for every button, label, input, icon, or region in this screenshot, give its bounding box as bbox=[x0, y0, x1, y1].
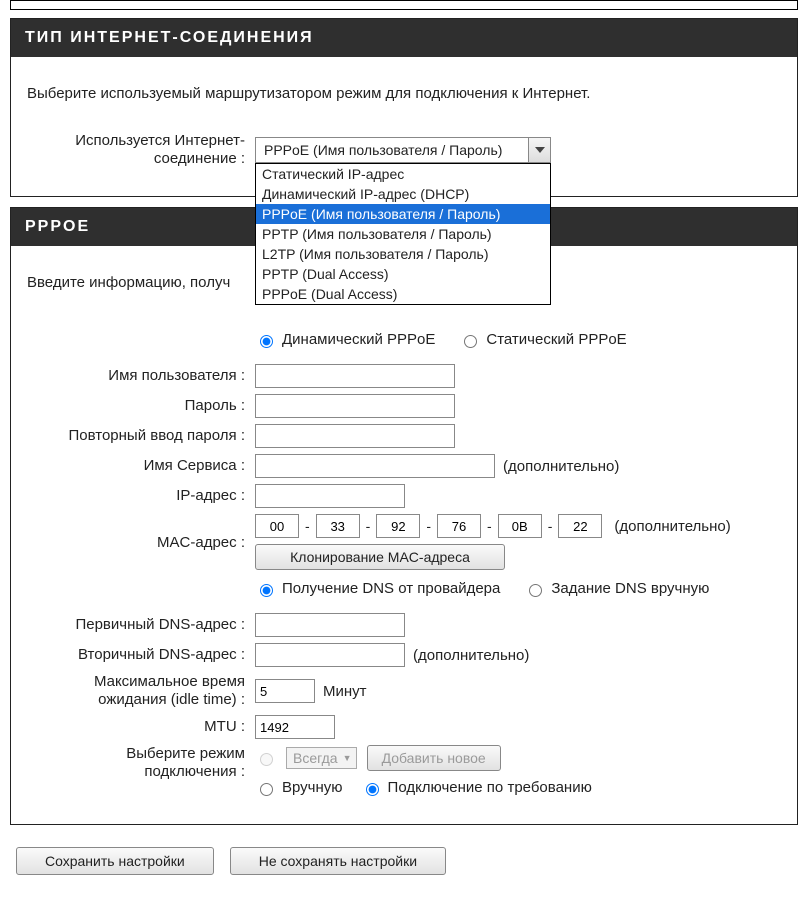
mtu-label: MTU : bbox=[27, 718, 255, 736]
save-button[interactable]: Сохранить настройки bbox=[16, 847, 214, 875]
connection-type-select[interactable]: PPPoE (Имя пользователя / Пароль) Статич… bbox=[255, 137, 551, 163]
clone-mac-button[interactable]: Клонирование MAC-адреса bbox=[255, 544, 505, 570]
pppoe-mode-static[interactable]: Статический PPPoE bbox=[459, 331, 626, 348]
dns-primary-label: Первичный DNS-адрес : bbox=[27, 616, 255, 634]
connection-type-option[interactable]: Статический IP-адрес bbox=[256, 164, 550, 184]
password-field[interactable] bbox=[255, 394, 455, 418]
password-label: Пароль : bbox=[27, 397, 255, 415]
connection-type-option[interactable]: L2TP (Имя пользователя / Пароль) bbox=[256, 244, 550, 264]
conn-mode-ondemand-radio[interactable] bbox=[366, 783, 379, 796]
dns-secondary-optional-note: (дополнительно) bbox=[413, 647, 529, 664]
dropdown-arrow-icon[interactable] bbox=[528, 138, 550, 162]
username-label: Имя пользователя : bbox=[27, 367, 255, 385]
conn-mode-manual-radio[interactable] bbox=[260, 783, 273, 796]
mac-seg-6[interactable] bbox=[558, 514, 602, 538]
ip-field[interactable] bbox=[255, 484, 405, 508]
conn-mode-label: Выберите режим подключения : bbox=[27, 745, 255, 781]
add-new-button[interactable]: Добавить новое bbox=[367, 745, 501, 771]
dns-secondary-label: Вторичный DNS-адрес : bbox=[27, 646, 255, 664]
connection-type-option[interactable]: Динамический IP-адрес (DHCP) bbox=[256, 184, 550, 204]
username-field[interactable] bbox=[255, 364, 455, 388]
conn-mode-ondemand[interactable]: Подключение по требованию bbox=[361, 779, 592, 796]
connection-type-intro: Выберите используемый маршрутизатором ре… bbox=[27, 85, 781, 102]
connection-type-option[interactable]: PPTP (Имя пользователя / Пароль) bbox=[256, 224, 550, 244]
conn-mode-manual[interactable]: Вручную bbox=[255, 779, 343, 796]
conn-mode-always-radio[interactable] bbox=[260, 753, 273, 766]
mac-optional-note: (дополнительно) bbox=[614, 518, 730, 535]
dns-secondary-field[interactable] bbox=[255, 643, 405, 667]
pppoe-mode-dynamic[interactable]: Динамический PPPoE bbox=[255, 331, 435, 348]
idle-field[interactable] bbox=[255, 679, 315, 703]
mtu-field[interactable] bbox=[255, 715, 335, 739]
dns-mode-provider[interactable]: Получение DNS от провайдера bbox=[255, 580, 500, 597]
connection-type-option[interactable]: PPPoE (Имя пользователя / Пароль) bbox=[256, 204, 550, 224]
service-label: Имя Сервиса : bbox=[27, 457, 255, 475]
idle-label: Максимальное время ожидания (idle time) … bbox=[27, 673, 255, 709]
connection-type-label: Используется Интернет- соединение : bbox=[27, 132, 255, 168]
connection-type-title: ТИП ИНТЕРНЕТ-СОЕДИНЕНИЯ bbox=[11, 19, 797, 57]
dns-mode-provider-radio[interactable] bbox=[260, 584, 273, 597]
service-field[interactable] bbox=[255, 454, 495, 478]
dns-primary-field[interactable] bbox=[255, 613, 405, 637]
conn-mode-always-select[interactable]: Всегда bbox=[286, 747, 357, 769]
mac-seg-4[interactable] bbox=[437, 514, 481, 538]
mac-label: MAC-адрес : bbox=[27, 514, 255, 552]
cancel-button[interactable]: Не сохранять настройки bbox=[230, 847, 446, 875]
ip-label: IP-адрес : bbox=[27, 487, 255, 505]
connection-type-option[interactable]: PPPoE (Dual Access) bbox=[256, 284, 550, 304]
dns-mode-manual[interactable]: Задание DNS вручную bbox=[524, 580, 709, 597]
connection-type-panel: ТИП ИНТЕРНЕТ-СОЕДИНЕНИЯ Выберите использ… bbox=[10, 18, 798, 197]
pppoe-mode-dynamic-radio[interactable] bbox=[260, 335, 273, 348]
confirm-password-label: Повторный ввод пароля : bbox=[27, 427, 255, 445]
idle-minutes-label: Минут bbox=[323, 683, 367, 700]
connection-type-selected: PPPoE (Имя пользователя / Пароль) bbox=[256, 142, 528, 158]
mac-seg-5[interactable] bbox=[498, 514, 542, 538]
dns-mode-manual-radio[interactable] bbox=[529, 584, 542, 597]
mac-seg-1[interactable] bbox=[255, 514, 299, 538]
connection-type-option[interactable]: PPTP (Dual Access) bbox=[256, 264, 550, 284]
confirm-password-field[interactable] bbox=[255, 424, 455, 448]
top-border-bar bbox=[10, 0, 798, 10]
service-optional-note: (дополнительно) bbox=[503, 458, 619, 475]
mac-seg-3[interactable] bbox=[376, 514, 420, 538]
pppoe-mode-static-radio[interactable] bbox=[464, 335, 477, 348]
mac-seg-2[interactable] bbox=[316, 514, 360, 538]
connection-type-dropdown[interactable]: Статический IP-адрес Динамический IP-адр… bbox=[255, 163, 551, 305]
